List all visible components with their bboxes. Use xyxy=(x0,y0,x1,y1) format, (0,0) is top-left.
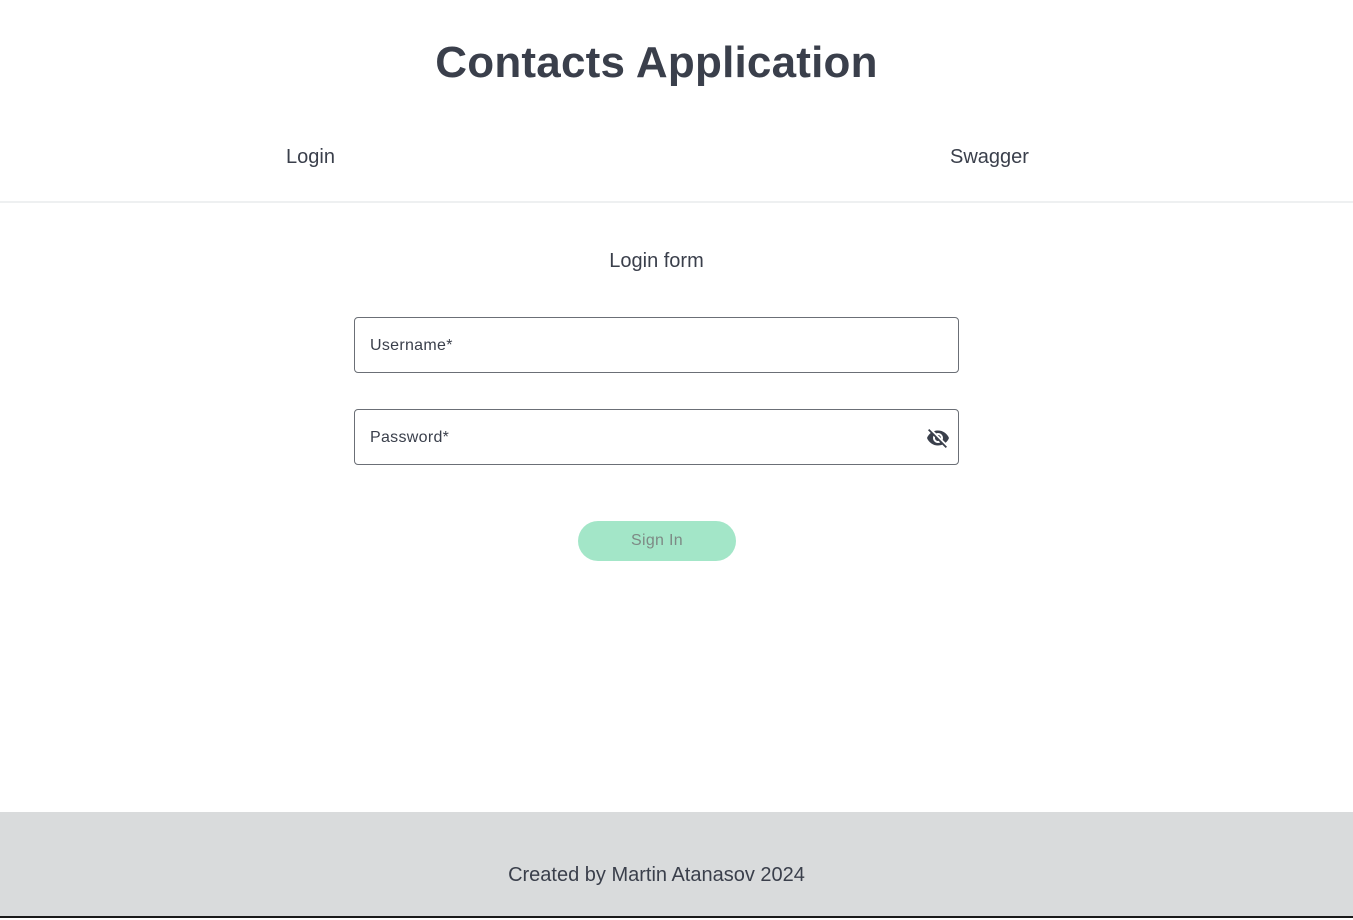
nav-link-login[interactable]: Login xyxy=(286,146,335,169)
sign-in-button[interactable]: Sign In xyxy=(578,521,736,561)
nav-divider xyxy=(0,201,1353,203)
username-field[interactable]: Username* xyxy=(354,317,959,373)
login-form-title: Login form xyxy=(609,250,704,272)
page: Contacts Application Login Swagger Login… xyxy=(0,0,1353,920)
password-field[interactable]: Password* xyxy=(354,409,959,465)
top-nav: Login Swagger xyxy=(0,146,1353,172)
password-label: Password* xyxy=(370,429,450,446)
username-label: Username* xyxy=(370,337,453,354)
eye-off-icon[interactable] xyxy=(926,426,950,450)
nav-link-swagger[interactable]: Swagger xyxy=(950,146,1029,169)
footer-text: Created by Martin Atanasov 2024 xyxy=(508,864,805,886)
app-title: Contacts Application xyxy=(435,38,878,87)
footer: Created by Martin Atanasov 2024 xyxy=(0,812,1353,918)
